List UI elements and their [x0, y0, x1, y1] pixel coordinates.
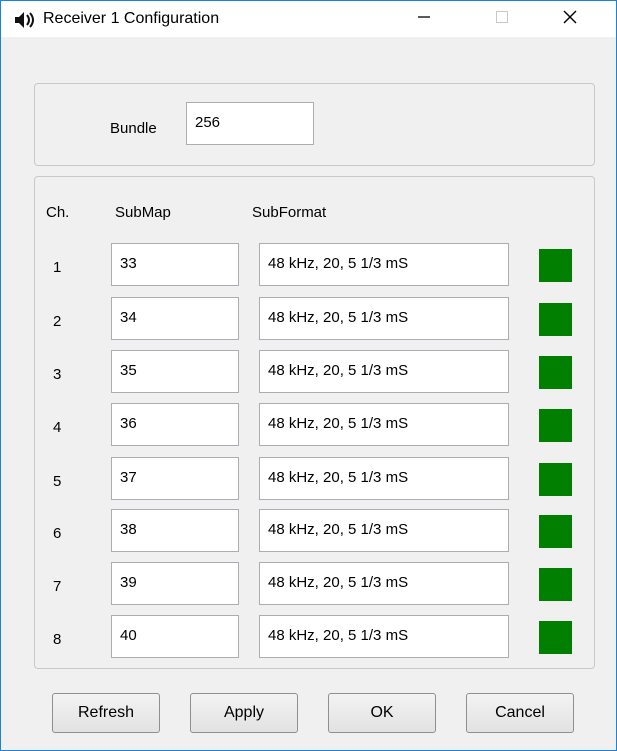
- subformat-header: SubFormat: [252, 204, 327, 221]
- status-indicator: [539, 463, 572, 496]
- status-indicator: [539, 356, 572, 389]
- apply-button[interactable]: Apply: [190, 693, 298, 733]
- maximize-icon: [496, 11, 508, 23]
- submap-input[interactable]: 39: [111, 562, 239, 605]
- channel-row: 2 34 48 kHz, 20, 5 1/3 mS: [35, 297, 594, 340]
- submap-header: SubMap: [115, 204, 171, 221]
- channel-row: 7 39 48 kHz, 20, 5 1/3 mS: [35, 562, 594, 605]
- maximize-button[interactable]: [479, 1, 525, 33]
- subformat-input[interactable]: 48 kHz, 20, 5 1/3 mS: [259, 457, 509, 500]
- channel-number: 7: [53, 578, 62, 595]
- channel-number: 4: [53, 419, 62, 436]
- submap-input[interactable]: 34: [111, 297, 239, 340]
- minimize-icon: [418, 16, 430, 18]
- close-button[interactable]: [547, 1, 593, 33]
- status-indicator: [539, 621, 572, 654]
- subformat-input[interactable]: 48 kHz, 20, 5 1/3 mS: [259, 403, 509, 446]
- subformat-input[interactable]: 48 kHz, 20, 5 1/3 mS: [259, 243, 509, 286]
- channel-header: Ch.: [46, 204, 70, 221]
- status-indicator: [539, 515, 572, 548]
- status-indicator: [539, 303, 572, 336]
- submap-input[interactable]: 36: [111, 403, 239, 446]
- channel-row: 4 36 48 kHz, 20, 5 1/3 mS: [35, 403, 594, 446]
- bundle-group: Bundle 256: [34, 83, 595, 166]
- title-bar[interactable]: Receiver 1 Configuration: [1, 1, 616, 37]
- subformat-input[interactable]: 48 kHz, 20, 5 1/3 mS: [259, 562, 509, 605]
- channel-row: 1 33 48 kHz, 20, 5 1/3 mS: [35, 243, 594, 286]
- status-indicator: [539, 568, 572, 601]
- channel-row: 8 40 48 kHz, 20, 5 1/3 mS: [35, 615, 594, 658]
- close-icon: [563, 10, 577, 24]
- channel-number: 5: [53, 473, 62, 490]
- refresh-button[interactable]: Refresh: [52, 693, 160, 733]
- channel-number: 2: [53, 313, 62, 330]
- submap-input[interactable]: 33: [111, 243, 239, 286]
- channel-number: 3: [53, 366, 62, 383]
- ok-button[interactable]: OK: [328, 693, 436, 733]
- subformat-input[interactable]: 48 kHz, 20, 5 1/3 mS: [259, 350, 509, 393]
- channel-row: 3 35 48 kHz, 20, 5 1/3 mS: [35, 350, 594, 393]
- submap-input[interactable]: 35: [111, 350, 239, 393]
- channel-group: Ch. SubMap SubFormat 1 33 48 kHz, 20, 5 …: [34, 176, 595, 669]
- channel-row: 6 38 48 kHz, 20, 5 1/3 mS: [35, 509, 594, 552]
- bundle-label: Bundle: [110, 120, 157, 137]
- channel-number: 8: [53, 631, 62, 648]
- status-indicator: [539, 249, 572, 282]
- config-window: Receiver 1 Configuration Bundle 256 Ch. …: [0, 0, 617, 751]
- channel-row: 5 37 48 kHz, 20, 5 1/3 mS: [35, 457, 594, 500]
- subformat-input[interactable]: 48 kHz, 20, 5 1/3 mS: [259, 615, 509, 658]
- channel-number: 1: [53, 259, 62, 276]
- submap-input[interactable]: 40: [111, 615, 239, 658]
- window-title: Receiver 1 Configuration: [43, 10, 220, 27]
- status-indicator: [539, 409, 572, 442]
- cancel-button[interactable]: Cancel: [466, 693, 574, 733]
- submap-input[interactable]: 37: [111, 457, 239, 500]
- subformat-input[interactable]: 48 kHz, 20, 5 1/3 mS: [259, 509, 509, 552]
- speaker-icon: [15, 12, 39, 28]
- minimize-button[interactable]: [401, 1, 447, 33]
- subformat-input[interactable]: 48 kHz, 20, 5 1/3 mS: [259, 297, 509, 340]
- channel-number: 6: [53, 525, 62, 542]
- submap-input[interactable]: 38: [111, 509, 239, 552]
- bundle-input[interactable]: 256: [186, 102, 314, 145]
